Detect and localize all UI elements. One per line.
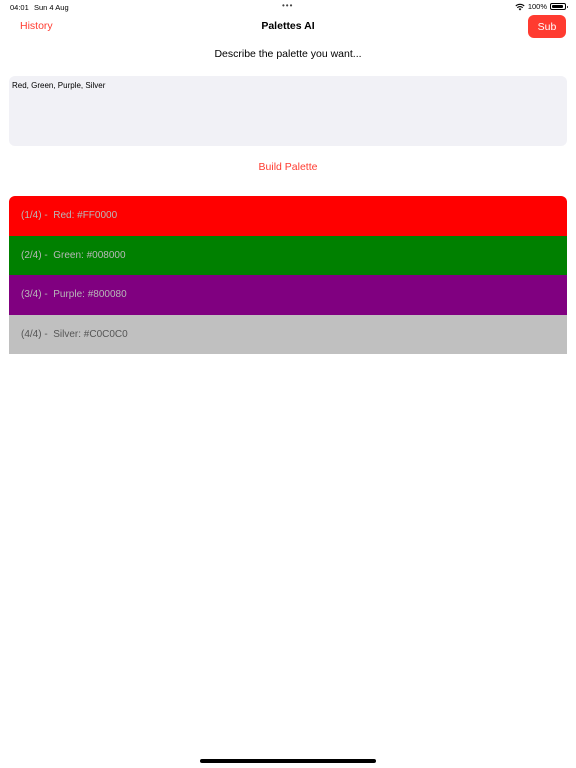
build-palette-button[interactable]: Build Palette <box>0 161 576 173</box>
prompt-label: Describe the palette you want... <box>214 48 362 60</box>
battery-icon <box>550 3 568 10</box>
palette-row-index: (3/4) - <box>21 289 54 301</box>
status-right: 100% <box>515 2 568 11</box>
page-title: Palettes AI <box>261 20 315 32</box>
status-date: Sun 4 Aug <box>34 3 69 12</box>
status-bar: 04:01 Sun 4 Aug ••• 100% <box>0 0 576 14</box>
palette-row-label: Purple: #800080 <box>53 289 127 301</box>
palette-row-index: (1/4) - <box>21 210 54 222</box>
status-time: 04:01 <box>10 3 29 12</box>
palette-row-purple[interactable]: (3/4) - Purple: #800080 <box>9 275 567 315</box>
wifi-icon <box>515 3 525 11</box>
palette-row-silver[interactable]: (4/4) - Silver: #C0C0C0 <box>9 314 567 354</box>
palette-row-label: Red: #FF0000 <box>53 210 118 222</box>
sub-button[interactable]: Sub <box>528 15 566 38</box>
palette-row-red[interactable]: (1/4) - Red: #FF0000 <box>9 196 567 236</box>
palette-description-input[interactable]: Red, Green, Purple, Silver <box>9 76 567 146</box>
app-screen: 04:01 Sun 4 Aug ••• 100% History Palette… <box>0 0 576 768</box>
palette-list: (1/4) - Red: #FF0000 (2/4) - Green: #008… <box>9 196 567 354</box>
battery-percent: 100% <box>527 2 547 11</box>
palette-row-label: Silver: #C0C0C0 <box>53 328 128 340</box>
multitasking-dots-icon[interactable]: ••• <box>282 1 293 10</box>
palette-row-index: (4/4) - <box>21 328 54 340</box>
palette-row-label: Green: #008000 <box>53 249 126 261</box>
palette-row-index: (2/4) - <box>21 249 54 261</box>
home-indicator[interactable] <box>200 759 376 763</box>
palette-row-green[interactable]: (2/4) - Green: #008000 <box>9 235 567 275</box>
